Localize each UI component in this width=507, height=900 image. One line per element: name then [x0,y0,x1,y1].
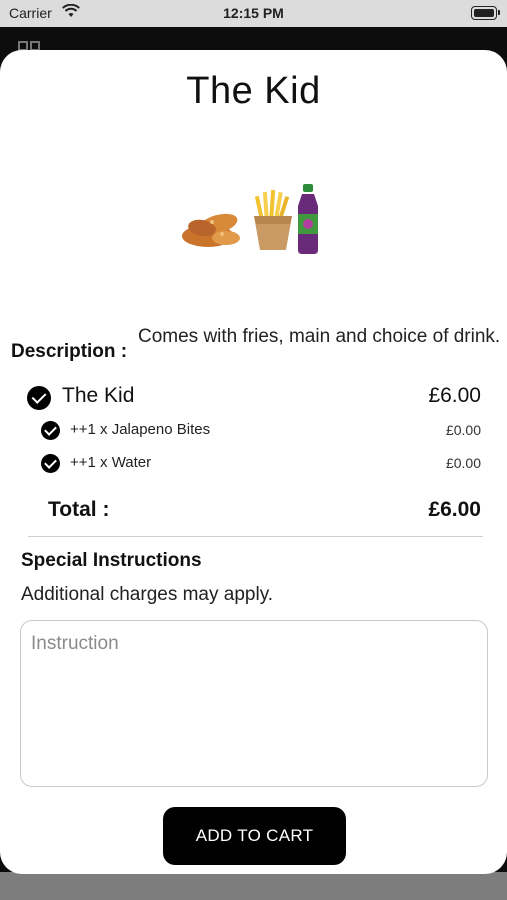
fries-icon [254,189,292,250]
kids-meal-image [182,184,318,254]
product-title: The Kid [186,70,321,112]
divider [28,536,483,537]
instruction-input[interactable] [20,620,488,787]
description-text: Comes with fries, main and choice of dri… [138,326,501,347]
chicken-strips-icon [182,213,240,247]
status-bar: Carrier 12:15 PM [0,0,507,27]
add-to-cart-button[interactable]: ADD TO CART [163,807,346,865]
checkmark-icon [41,421,60,440]
item-price: £6.00 [428,384,481,407]
special-instructions-title: Special Instructions [21,550,202,571]
clock: 12:15 PM [223,5,284,21]
option-name: ++1 x Water [70,454,152,471]
item-name: The Kid [62,384,135,407]
drink-bottle-icon [298,184,318,254]
overlay-bottom [0,872,507,900]
checkmark-icon [27,386,51,410]
checkmark-icon [41,454,60,473]
battery-icon [471,6,500,20]
description-label: Description : [11,341,128,362]
total-value: £6.00 [428,498,481,521]
total-label: Total : [48,498,110,521]
option-price: £0.00 [445,422,481,438]
product-modal: The Kid Description : Comes with fries, … [0,50,507,874]
option-price: £0.00 [445,455,481,471]
option-name: ++1 x Jalapeno Bites [70,421,211,438]
special-instructions-note: Additional charges may apply. [21,584,274,605]
